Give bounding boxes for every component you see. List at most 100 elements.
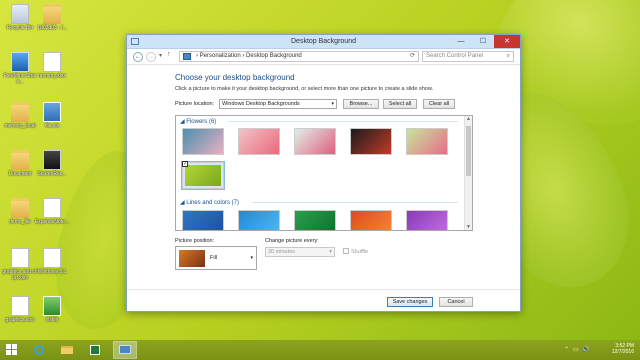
position-preview-image xyxy=(179,250,205,267)
desktop-icon-folder[interactable]: memory_local xyxy=(2,102,38,129)
group-header-lines[interactable]: ◢ Lines and colors (7) xyxy=(180,199,458,206)
start-button[interactable] xyxy=(6,344,18,356)
wallpaper-thumbnail[interactable] xyxy=(238,210,280,230)
select-all-button[interactable]: Select all xyxy=(383,99,417,109)
clock-date: 12/7/2016 xyxy=(611,349,634,355)
wallpaper-thumbnail[interactable] xyxy=(182,128,224,155)
checkbox-box[interactable] xyxy=(343,248,349,254)
clock[interactable]: 3:52 PM 12/7/2016 xyxy=(612,343,634,355)
interval-value: 30 minutes xyxy=(268,249,295,255)
file-icon xyxy=(11,296,29,316)
desktop-icon-app[interactable]: ScreenRec... xyxy=(34,150,70,177)
network-icon[interactable]: ▭ xyxy=(573,346,579,353)
desktop-icon-file[interactable]: ExpenseNote... xyxy=(34,198,70,225)
browse-button[interactable]: Browse... xyxy=(343,99,379,109)
system-tray: ⌃ ▭ 🔊 3:52 PM 12/7/2016 xyxy=(564,342,634,358)
picture-location-select[interactable]: Windows Desktop Backgrounds ▾ xyxy=(219,99,337,109)
collapse-icon[interactable]: ◢ xyxy=(180,119,185,125)
desktop-icon-app[interactable]: xlsfile xyxy=(34,296,70,323)
refresh-icon[interactable]: ⟳ xyxy=(410,52,415,61)
desktop-icon-file[interactable]: Windows 8.1 xyxy=(34,248,70,275)
desktop-icon-label: memory_local xyxy=(4,123,36,129)
close-button[interactable]: ✕ xyxy=(494,35,520,48)
file-explorer-icon[interactable] xyxy=(58,342,76,358)
control-panel-taskbar-icon[interactable] xyxy=(113,341,137,359)
wallpaper-thumbnail[interactable] xyxy=(294,210,336,230)
address-bar[interactable]: › Personalization › Desktop Background ⟳ xyxy=(179,51,419,62)
breadcrumb-sep: › xyxy=(196,53,198,59)
breadcrumb-sep: › xyxy=(242,53,245,59)
folder-icon xyxy=(43,4,61,24)
save-changes-button[interactable]: Save changes xyxy=(387,297,433,307)
wallpaper-thumbnail[interactable] xyxy=(406,128,448,155)
excel-icon[interactable] xyxy=(86,342,104,358)
internet-explorer-icon[interactable] xyxy=(30,342,48,358)
folder-icon xyxy=(11,150,29,170)
wallpaper-thumbnail[interactable] xyxy=(350,128,392,155)
back-button[interactable]: ← xyxy=(133,52,143,62)
desktop-icon-folder[interactable]: 1d03d03 - f... xyxy=(34,4,70,31)
chevron-up-icon[interactable]: ⌃ xyxy=(564,346,569,353)
wallpaper-thumbnail[interactable] xyxy=(238,128,280,155)
wallpaper-thumbnail[interactable] xyxy=(406,210,448,230)
desktop-icon-folder[interactable]: Document xyxy=(2,150,38,177)
shuffle-label: Shuffle xyxy=(351,249,369,255)
search-input[interactable]: Search Control Panel ⌕ xyxy=(422,51,514,62)
desktop-icon-label: memory.xlsx xyxy=(38,73,66,79)
recycle-bin-icon xyxy=(11,4,29,24)
desktop-icon-label: graphics.xlsx xyxy=(5,317,35,323)
scrollbar-thumb[interactable] xyxy=(466,126,471,176)
picture-location-row: Picture location: Windows Desktop Backgr… xyxy=(175,98,475,110)
forward-button[interactable]: → xyxy=(146,52,156,62)
wallpaper-thumbnail[interactable] xyxy=(294,128,336,155)
wallpaper-thumbnail[interactable] xyxy=(350,210,392,230)
scroll-up-icon[interactable]: ▲ xyxy=(466,116,471,122)
title-bar[interactable]: Desktop Background — ☐ ✕ xyxy=(127,35,520,49)
wallpaper-thumbnail[interactable] xyxy=(182,210,224,230)
desktop-icon-label: Recycle Bin xyxy=(6,25,34,31)
up-button[interactable]: ↑ xyxy=(167,51,171,58)
maximize-button[interactable]: ☐ xyxy=(472,35,494,48)
group-header-flowers[interactable]: ◢ Flowers (6) xyxy=(180,118,458,125)
minimize-button[interactable]: — xyxy=(450,35,472,48)
desktop-icon-label: Document xyxy=(8,171,32,177)
cancel-button[interactable]: Cancel xyxy=(439,297,473,307)
shuffle-checkbox[interactable]: Shuffle xyxy=(343,248,368,255)
chevron-down-icon: ▾ xyxy=(331,101,334,107)
clear-all-button[interactable]: Clear all xyxy=(423,99,455,109)
desktop-icon-label: file.xls xyxy=(45,123,59,129)
desktop-icon-folder[interactable]: demo_file xyxy=(2,198,38,225)
group-title: Flowers (6) xyxy=(186,119,217,125)
dialog-footer: Save changes Cancel xyxy=(127,289,520,311)
desktop-icon-file[interactable]: memory.xlsx xyxy=(34,52,70,79)
collapse-icon[interactable]: ◢ xyxy=(180,200,185,206)
recent-dropdown-icon[interactable]: ▾ xyxy=(159,52,162,59)
desktop-icon-pc[interactable]: FreeMind Share... xyxy=(2,52,38,85)
scroll-down-icon[interactable]: ▼ xyxy=(466,224,471,230)
desktop-icon-image[interactable]: file.xls xyxy=(34,102,70,129)
divider xyxy=(228,121,458,122)
picture-location-label: Picture location: xyxy=(175,101,215,107)
gallery-scrollbar[interactable]: ▲ ▼ xyxy=(464,116,472,230)
desktop-background-window: Desktop Background — ☐ ✕ ← → ▾ ↑ › Perso… xyxy=(126,34,521,312)
folder-icon xyxy=(11,198,29,218)
desktop-icon-file[interactable]: graphics and chart.xlsx xyxy=(2,248,38,281)
search-icon[interactable]: ⌕ xyxy=(507,52,510,61)
interval-select[interactable]: 30 minutes ▾ xyxy=(265,247,335,257)
chevron-down-icon: ▾ xyxy=(250,255,253,261)
breadcrumb-current[interactable]: Desktop Background xyxy=(246,53,302,59)
volume-icon[interactable]: 🔊 xyxy=(582,346,589,353)
desktop-icon-file[interactable]: graphics.xlsx xyxy=(2,296,38,323)
file-icon xyxy=(11,248,29,268)
picture-position-select[interactable]: Fill ▾ xyxy=(175,246,257,270)
taskbar: ⌃ ▭ 🔊 3:52 PM 12/7/2016 xyxy=(0,340,640,360)
desktop-icon-recycle-bin[interactable]: Recycle Bin xyxy=(2,4,38,31)
file-icon xyxy=(43,248,61,268)
picture-location-value: Windows Desktop Backgrounds xyxy=(222,101,300,107)
breadcrumb-personalization[interactable]: Personalization xyxy=(200,53,241,59)
page-title: Choose your desktop background xyxy=(175,73,295,82)
page-description: Click a picture to make it your desktop … xyxy=(175,86,434,92)
main-content: Choose your desktop background Click a p… xyxy=(175,73,475,114)
wallpaper-thumbnail[interactable]: ✓ xyxy=(181,161,225,190)
selected-checkbox[interactable]: ✓ xyxy=(182,161,188,167)
